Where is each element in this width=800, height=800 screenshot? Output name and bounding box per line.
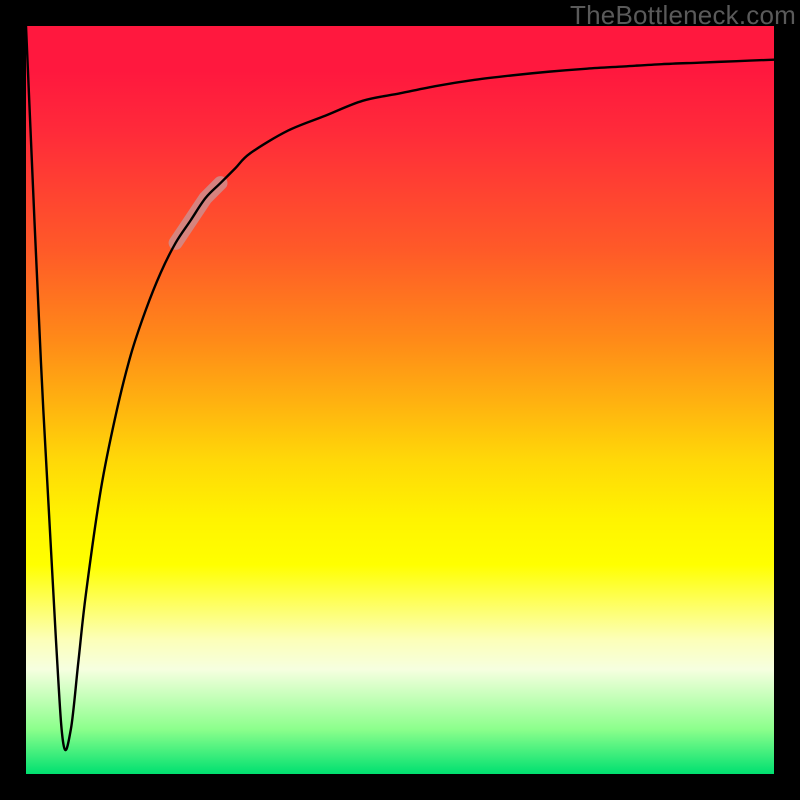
chart-frame: TheBottleneck.com: [0, 0, 800, 800]
plot-area: [26, 26, 774, 774]
curve-svg: [26, 26, 774, 774]
watermark-label: TheBottleneck.com: [570, 0, 796, 31]
bottleneck-curve: [26, 26, 774, 750]
